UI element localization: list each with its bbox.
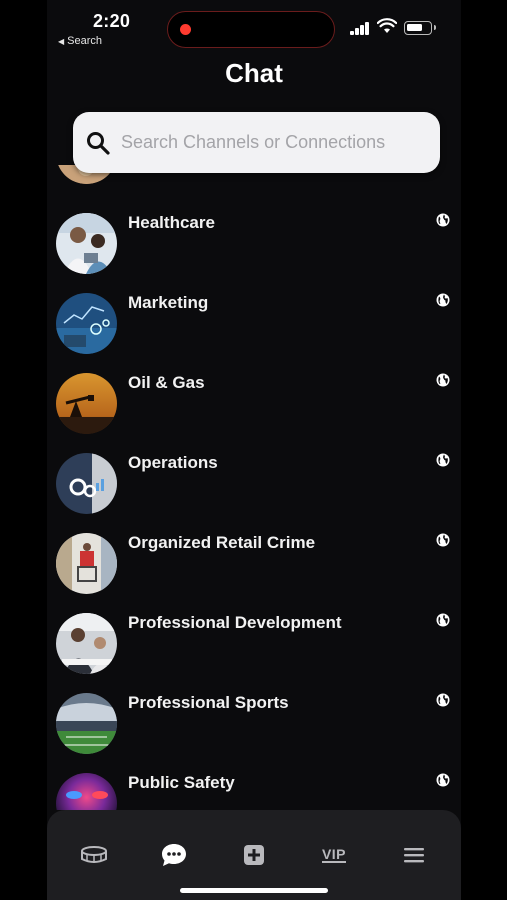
- tab-chat[interactable]: [159, 842, 189, 868]
- wifi-icon: [377, 18, 397, 33]
- back-to-app-link[interactable]: ◀ Search: [58, 35, 102, 47]
- channel-avatar: [56, 293, 117, 354]
- cellular-signal-icon: [350, 22, 370, 35]
- tab-vip[interactable]: VIP: [319, 842, 349, 868]
- channel-row-professional-development[interactable]: Professional Development: [47, 613, 461, 693]
- add-icon: [244, 845, 264, 865]
- back-app-label: Search: [67, 35, 103, 47]
- globe-icon: [436, 213, 450, 227]
- search-icon: [87, 131, 110, 155]
- vip-icon: VIP: [321, 846, 347, 863]
- globe-icon: [436, 693, 450, 707]
- battery-icon: [404, 21, 436, 35]
- recording-indicator-icon: [180, 24, 191, 35]
- channel-avatar: [56, 773, 117, 810]
- channel-name: Healthcare: [128, 213, 215, 232]
- globe-icon: [436, 373, 450, 387]
- back-arrow-icon: ◀: [58, 37, 65, 46]
- channel-row-professional-sports[interactable]: Professional Sports: [47, 693, 461, 773]
- status-bar: 2:20 ◀ Search: [47, 0, 461, 52]
- channel-row-operations[interactable]: Operations: [47, 453, 461, 533]
- channel-name: Professional Sports: [128, 693, 289, 712]
- globe-icon: [436, 613, 450, 627]
- channel-name: Oil & Gas: [128, 373, 205, 392]
- menu-icon: [404, 848, 424, 863]
- channel-avatar: [56, 693, 117, 754]
- page-title: Chat: [225, 58, 283, 88]
- chat-icon: [162, 844, 186, 866]
- chat-screen: 2:20 ◀Search Chat Healthcare: [47, 0, 461, 900]
- globe-icon: [436, 293, 450, 307]
- channel-row-public-safety[interactable]: Public Safety: [47, 773, 461, 810]
- channel-row-oil-gas[interactable]: Oil & Gas: [47, 373, 461, 453]
- channel-row-healthcare[interactable]: Healthcare: [47, 213, 461, 293]
- channel-name: Professional Development: [128, 613, 342, 632]
- search-input[interactable]: [121, 132, 411, 153]
- channel-name: Marketing: [128, 293, 209, 312]
- channel-list: Healthcare Marketing Oil & Gas Operation…: [47, 165, 461, 810]
- stadium-icon: [81, 846, 107, 863]
- channel-row-marketing[interactable]: Marketing: [47, 293, 461, 373]
- tab-add[interactable]: [239, 842, 269, 868]
- channel-avatar: [56, 533, 117, 594]
- channel-row-organized-retail-crime[interactable]: Organized Retail Crime: [47, 533, 461, 613]
- tab-menu[interactable]: [399, 842, 429, 868]
- globe-icon: [436, 533, 450, 547]
- search-bar[interactable]: [73, 112, 440, 173]
- bottom-tab-bar: VIP: [47, 810, 461, 900]
- globe-icon: [436, 773, 450, 787]
- dynamic-island: [167, 11, 335, 48]
- globe-icon: [436, 453, 450, 467]
- tab-stadium[interactable]: [79, 842, 109, 868]
- status-time: 2:20: [93, 11, 131, 31]
- channel-avatar: [56, 453, 117, 514]
- home-indicator[interactable]: [180, 888, 328, 893]
- channel-avatar: [56, 373, 117, 434]
- channel-avatar: [56, 213, 117, 274]
- channel-name: Operations: [128, 453, 218, 472]
- channel-name: Public Safety: [128, 773, 235, 792]
- channel-name: Organized Retail Crime: [128, 533, 316, 552]
- channel-avatar: [56, 613, 117, 674]
